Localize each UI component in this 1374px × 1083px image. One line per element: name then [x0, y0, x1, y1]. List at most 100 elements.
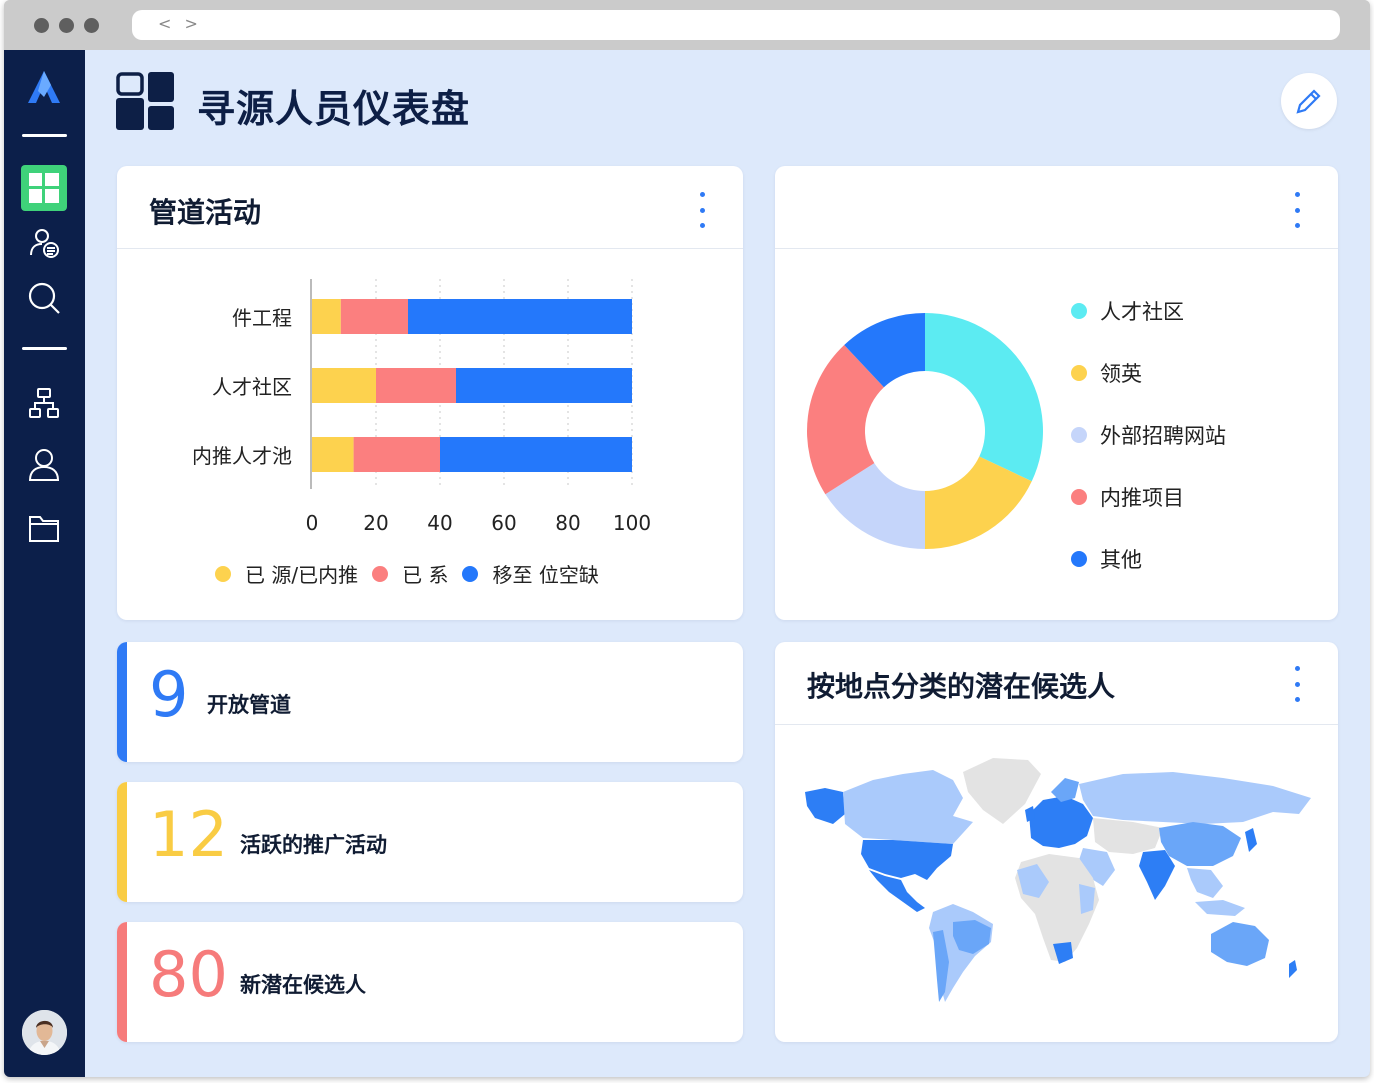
legend-label: 其他 [1100, 548, 1142, 572]
sidebar [4, 50, 85, 1077]
bar-segment[interactable] [312, 299, 341, 334]
window-close-dot[interactable] [34, 18, 49, 33]
more-options-icon[interactable] [1291, 666, 1303, 702]
folder-icon[interactable] [21, 505, 67, 551]
source-donut-chart [807, 313, 1043, 549]
legend-dot-icon [1071, 303, 1087, 319]
candidates-by-location-card: 按地点分类的潜在候选人 [775, 642, 1338, 1042]
stat-label: 开放管道 [207, 693, 291, 717]
legend-dot-icon [1071, 489, 1087, 505]
main-content: 寻源人员仪表盘 管道活动 件工程 人才社区 内推人才池 0 20 40 60 80 100 已 源… [85, 50, 1370, 1077]
stat-card[interactable]: 9 开放管道 [117, 642, 743, 762]
legend-dot-icon [1071, 551, 1087, 567]
window-maximize-dot[interactable] [84, 18, 99, 33]
map-region-australia [1211, 922, 1269, 966]
card-title: 管道活动 [149, 196, 262, 229]
bar-segment[interactable] [312, 368, 376, 403]
legend-item[interactable]: 人才社区 [1071, 296, 1184, 326]
legend-item[interactable]: 移至 位空缺 [462, 559, 599, 588]
dashboard-title-icon [116, 72, 174, 130]
map-region-indonesia [1195, 900, 1245, 916]
bar-segment[interactable] [440, 437, 632, 472]
bar-category-label: 人才社区 [212, 375, 292, 399]
x-tick-label: 80 [555, 511, 581, 535]
legend-dot-icon [1071, 365, 1087, 381]
legend-label: 已 源/已内推 [245, 563, 359, 587]
user-icon[interactable] [21, 442, 67, 488]
stat-accent-bar [117, 642, 127, 762]
legend-item[interactable]: 其他 [1071, 544, 1142, 574]
legend-item[interactable]: 外部招聘网站 [1071, 420, 1226, 450]
stat-card[interactable]: 12 活跃的推广活动 [117, 782, 743, 902]
bar-segment[interactable] [312, 437, 354, 472]
map-region-europe [1029, 796, 1093, 848]
card-divider [775, 724, 1338, 725]
card-title: 按地点分类的潜在候选人 [807, 670, 1116, 703]
source-breakdown-card: 人才社区领英外部招聘网站 内推项目其他 [775, 166, 1338, 620]
browser-window: < > 寻源人员仪表盘 管道活动 件工程 人才社区 内推人才池 0 20 40 … [4, 0, 1370, 1077]
x-tick-label: 100 [612, 511, 652, 535]
map-region-china [1159, 822, 1241, 866]
address-bar[interactable]: < > [132, 10, 1340, 40]
avatar[interactable] [22, 1010, 67, 1055]
x-tick-label: 0 [305, 511, 319, 535]
page-title: 寻源人员仪表盘 [197, 87, 471, 131]
candidate-list-icon[interactable] [21, 220, 67, 266]
legend-label: 领英 [1100, 362, 1142, 386]
dashboard-icon[interactable] [21, 165, 67, 211]
pencil-icon [1296, 89, 1321, 114]
pipeline-activity-card: 管道活动 件工程人才社区内推人才池 0 20 40 60 80 100 已 源/已内推 已 系 移… [117, 166, 743, 620]
map-region-southeast-asia [1187, 868, 1223, 898]
bar-segment[interactable] [408, 299, 632, 334]
map-region-central-asia [1093, 818, 1163, 854]
bar-segment[interactable] [376, 368, 456, 403]
search-icon[interactable] [21, 275, 67, 321]
bar-segment[interactable] [340, 299, 408, 334]
legend-item[interactable]: 已 系 [372, 559, 448, 588]
browser-titlebar: < > [4, 0, 1370, 50]
stat-value: 9 [149, 658, 189, 731]
stat-value: 12 [149, 798, 228, 871]
map-region-east-africa [1079, 884, 1095, 914]
legend-item[interactable]: 领英 [1071, 358, 1142, 388]
world-map [805, 758, 1311, 1002]
stat-accent-bar [117, 782, 127, 902]
sidebar-divider [22, 134, 67, 137]
more-options-icon[interactable] [1291, 192, 1303, 228]
bar-segment[interactable] [456, 368, 632, 403]
map-region-india [1139, 850, 1175, 900]
map-region-russia [1079, 772, 1311, 824]
org-chart-icon[interactable] [21, 380, 67, 426]
bar-segment[interactable] [353, 437, 440, 472]
map-region-new-zealand [1289, 960, 1297, 978]
stat-card[interactable]: 80 新潜在候选人 [117, 922, 743, 1042]
legend-label: 外部招聘网站 [1100, 424, 1226, 448]
x-tick-label: 20 [363, 511, 389, 535]
map-region-alaska [805, 788, 845, 824]
legend-item[interactable]: 内推项目 [1071, 482, 1184, 512]
nav-arrows-icon[interactable]: < > [158, 14, 202, 33]
bar-category-label: 件工程 [232, 306, 292, 330]
legend-dot-icon [372, 565, 389, 582]
map-region-canada [843, 770, 973, 844]
logo-icon[interactable] [21, 64, 67, 110]
stat-label: 新潜在候选人 [240, 973, 366, 997]
bar-category-label: 内推人才池 [192, 444, 292, 468]
x-tick-label: 40 [427, 511, 453, 535]
legend-dot-icon [462, 565, 479, 582]
legend-item[interactable]: 已 源/已内推 [215, 559, 358, 588]
sidebar-divider [22, 347, 67, 350]
legend-dot-icon [1071, 427, 1087, 443]
stat-value: 80 [149, 938, 228, 1011]
legend-label: 内推项目 [1100, 486, 1184, 510]
stat-accent-bar [117, 922, 127, 1042]
donut-slice[interactable] [925, 313, 1043, 482]
chart-legend: 已 源/已内推 已 系 移至 位空缺 [215, 559, 613, 588]
edit-button[interactable] [1281, 73, 1337, 129]
window-minimize-dot[interactable] [59, 18, 74, 33]
x-tick-label: 60 [491, 511, 517, 535]
map-region-japan [1245, 828, 1257, 852]
legend-dot-icon [215, 565, 231, 582]
more-options-icon[interactable] [696, 192, 708, 228]
stat-label: 活跃的推广活动 [240, 833, 387, 857]
